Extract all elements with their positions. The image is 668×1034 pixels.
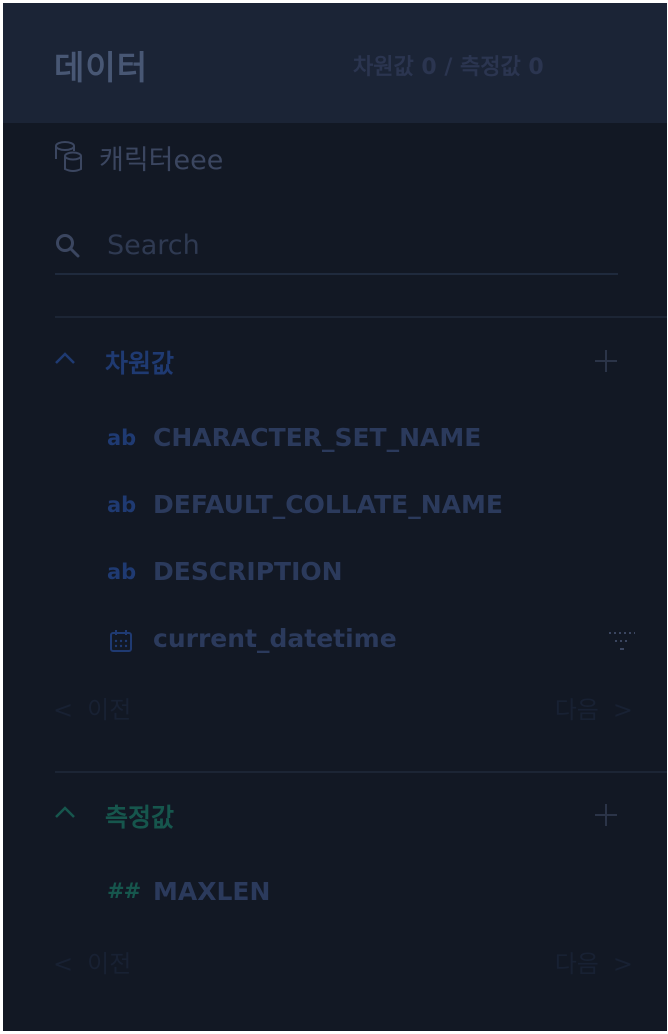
add-dimension-icon[interactable] <box>595 350 617 372</box>
list-item[interactable]: ab CHARACTER_SET_NAME <box>107 419 647 459</box>
panel-header: 데이터 차원값 0 / 측정값 0 <box>3 3 667 123</box>
list-item[interactable]: ab DESCRIPTION <box>107 553 647 593</box>
field-name: current_datetime <box>153 624 397 653</box>
dataset-name: 캐릭터eee <box>99 144 224 176</box>
list-item[interactable]: ## MAXLEN <box>107 873 647 913</box>
measures-section-header[interactable]: 측정값 <box>53 794 633 834</box>
dimensions-section-header[interactable]: 차원값 <box>53 340 633 380</box>
field-name: DEFAULT_COLLATE_NAME <box>153 490 503 519</box>
measures-pager: < 이전 다음 > <box>53 940 633 980</box>
filter-icon[interactable] <box>607 630 637 658</box>
dimensions-pager: < 이전 다음 > <box>53 686 633 726</box>
field-name: MAXLEN <box>153 877 271 906</box>
search-input[interactable] <box>107 223 607 267</box>
field-name: DESCRIPTION <box>153 557 343 586</box>
divider <box>55 316 667 318</box>
prev-page-button[interactable]: < 이전 <box>53 690 131 725</box>
list-item[interactable]: ab DEFAULT_COLLATE_NAME <box>107 486 647 526</box>
next-page-button[interactable]: 다음 > <box>555 690 633 725</box>
number-type-icon: ## <box>107 879 141 903</box>
chevron-up-icon[interactable] <box>53 346 77 374</box>
chevron-up-icon[interactable] <box>53 800 77 828</box>
field-counts: 차원값 0 / 측정값 0 <box>353 55 544 80</box>
string-type-icon: ab <box>107 426 137 450</box>
dataset-selector[interactable]: 캐릭터eee <box>53 137 223 177</box>
dimensions-title: 차원값 <box>105 349 175 378</box>
add-measure-icon[interactable] <box>595 804 617 826</box>
measures-title: 측정값 <box>105 803 175 832</box>
calendar-icon <box>109 629 133 657</box>
divider <box>55 771 667 773</box>
search-icon <box>55 233 81 263</box>
database-icon <box>53 139 85 175</box>
search-bar <box>55 223 618 275</box>
next-page-button[interactable]: 다음 > <box>555 944 633 979</box>
string-type-icon: ab <box>107 493 137 517</box>
field-name: CHARACTER_SET_NAME <box>153 423 482 452</box>
list-item[interactable]: current_datetime <box>107 620 647 660</box>
prev-page-button[interactable]: < 이전 <box>53 944 131 979</box>
data-panel: 데이터 차원값 0 / 측정값 0 캐릭터eee Search 차원값 ab C… <box>3 3 667 1031</box>
panel-title: 데이터 <box>54 48 149 87</box>
string-type-icon: ab <box>107 560 137 584</box>
